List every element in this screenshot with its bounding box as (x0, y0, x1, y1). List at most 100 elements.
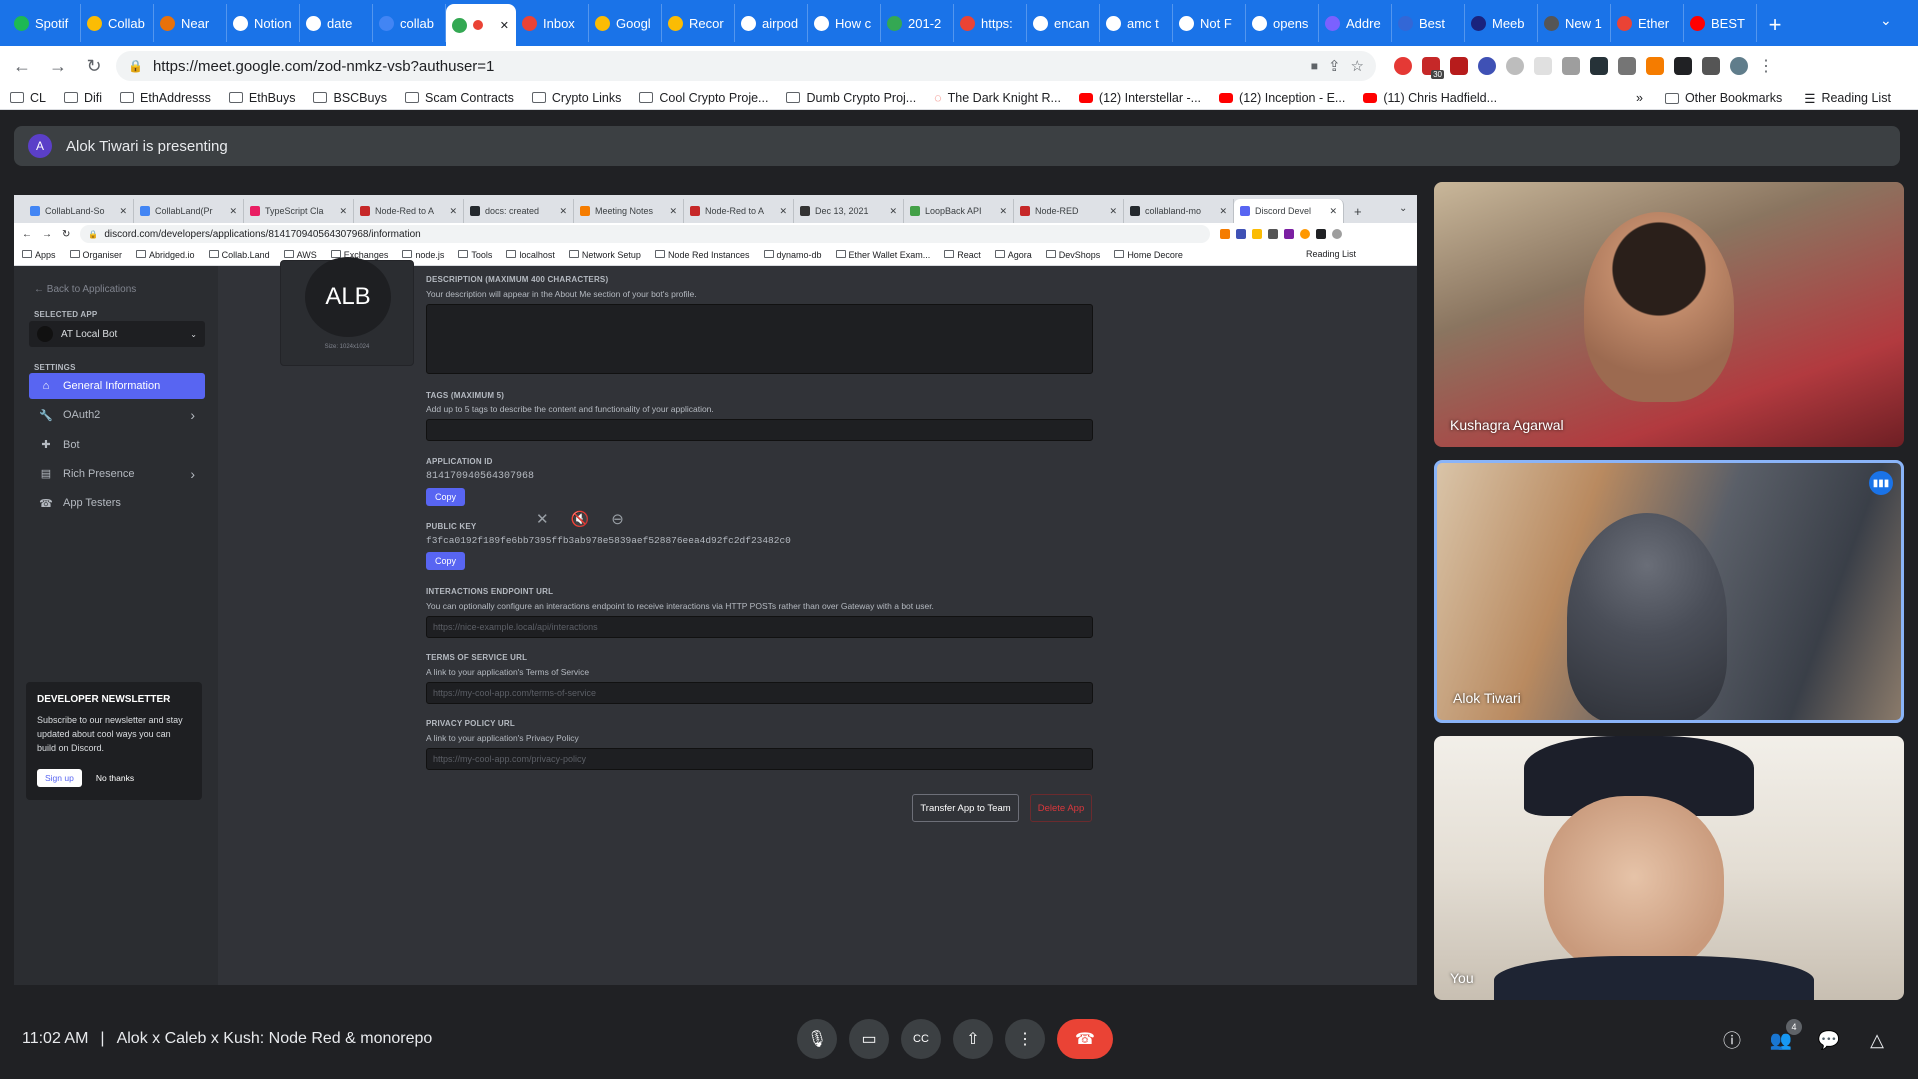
tab-search-chevron-icon[interactable]: ⌄ (1880, 12, 1892, 29)
captions-button[interactable]: CC (901, 1019, 941, 1059)
dark-extension-icon[interactable] (1590, 57, 1608, 75)
copy-pubkey-button[interactable]: Copy (426, 552, 465, 570)
nav-item[interactable]: 🔧 OAuth2 › (29, 402, 205, 428)
new-tab-plus-icon[interactable]: + (1757, 12, 1793, 38)
delete-app-button[interactable]: Delete App (1030, 794, 1092, 822)
bookmark-item[interactable]: (12) Inception - E... (1219, 91, 1345, 105)
nav-item[interactable]: ☎ App Testers (29, 490, 205, 516)
endpoint-input[interactable]: https://nice-example.local/api/interacti… (426, 616, 1093, 638)
browser-tab[interactable]: Ether (1611, 4, 1684, 42)
back-arrow-icon[interactable]: ← (8, 52, 36, 80)
browser-tab[interactable]: Notion (227, 4, 300, 42)
nav-item[interactable]: ⌂ General Information (29, 373, 205, 399)
privacy-input[interactable]: https://my-cool-app.com/privacy-policy (426, 748, 1093, 770)
tos-input[interactable]: https://my-cool-app.com/terms-of-service (426, 682, 1093, 704)
tab-favicon-icon (87, 15, 102, 31)
newsletter-signup-button[interactable]: Sign up (37, 769, 82, 787)
bookmark-item[interactable]: (11) Chris Hadfield... (1363, 91, 1497, 105)
reload-icon[interactable]: ↻ (80, 52, 108, 80)
leave-call-button[interactable]: ☎ (1057, 1019, 1113, 1059)
bookmark-item[interactable]: Crypto Links (531, 91, 621, 105)
bookmark-item[interactable]: Dumb Crypto Proj... (786, 91, 916, 105)
star-icon[interactable]: ☆ (1351, 57, 1364, 75)
chat-button[interactable]: 💬 (1814, 1025, 1844, 1055)
queue-extension-icon[interactable] (1702, 57, 1720, 75)
share-icon[interactable]: ⇪ (1328, 57, 1341, 75)
bookmark-item[interactable]: Scam Contracts (404, 91, 514, 105)
browser-tab[interactable]: Googl (589, 4, 662, 42)
pin-off-icon[interactable]: ✕ (536, 510, 549, 528)
bookmark-item[interactable]: (12) Interstellar -... (1078, 91, 1201, 105)
clipboard-extension-icon[interactable] (1562, 57, 1580, 75)
transfer-app-button[interactable]: Transfer App to Team (912, 794, 1019, 822)
browser-tab[interactable]: Not F (1173, 4, 1246, 42)
browser-tab[interactable]: airpod (735, 4, 808, 42)
address-bar[interactable]: 🔒 https://meet.google.com/zod-nmkz-vsb?a… (116, 51, 1376, 81)
browser-tab[interactable]: Near (154, 4, 227, 42)
calendar-extension-icon[interactable]: 30 (1422, 57, 1444, 79)
mic-button[interactable]: 🎙 (797, 1019, 837, 1059)
browser-tab[interactable]: Recor (662, 4, 735, 42)
browser-tab[interactable]: How c (808, 4, 881, 42)
browser-tab[interactable]: encan (1027, 4, 1100, 42)
browser-tab[interactable]: https: (954, 4, 1027, 42)
copy-appid-button[interactable]: Copy (426, 488, 465, 506)
bookmark-item[interactable]: EthBuys (228, 91, 295, 105)
tab-close-icon[interactable]: ✕ (500, 19, 509, 32)
browser-tab[interactable]: New 1 (1538, 4, 1611, 42)
app-icon-text[interactable]: ALB (305, 257, 391, 337)
bookmark-item[interactable]: EthAddresss (120, 91, 211, 105)
more-options-button[interactable]: ⋮ (1005, 1019, 1045, 1059)
browser-tab[interactable]: Addre (1319, 4, 1392, 42)
bookmark-item[interactable]: Cool Crypto Proje... (639, 91, 768, 105)
spinner-extension-icon[interactable] (1506, 57, 1524, 75)
browser-tab[interactable]: Best (1392, 4, 1465, 42)
menu-dots-icon[interactable]: ⋮ (1758, 56, 1774, 76)
browser-tab[interactable]: opens (1246, 4, 1319, 42)
camera-icon[interactable]: ■ (1311, 59, 1318, 73)
nav-item[interactable]: ✚ Bot (29, 432, 205, 458)
newsletter-no-thanks-button[interactable]: No thanks (96, 773, 134, 783)
puzzle-extensions-icon[interactable] (1674, 57, 1692, 75)
adblock-extension-icon[interactable] (1394, 57, 1412, 75)
list-extension-icon[interactable] (1618, 57, 1636, 75)
participant-tile-3[interactable]: You (1434, 736, 1904, 1000)
participant-tile-2[interactable]: ▮▮▮ Alok Tiwari (1434, 460, 1904, 723)
shield-extension-icon[interactable] (1450, 57, 1468, 75)
meeting-info-button[interactable]: ⓘ (1717, 1025, 1747, 1055)
app-selector[interactable]: AT Local Bot ⌄ (29, 321, 205, 347)
present-button[interactable]: ⇧ (953, 1019, 993, 1059)
bookmark-item[interactable]: CL (10, 91, 46, 105)
browser-tab[interactable]: Inbox (516, 4, 589, 42)
reading-list[interactable]: ☰ Reading List (1804, 91, 1891, 106)
browser-tab[interactable]: Meeb (1465, 4, 1538, 42)
people-button[interactable]: 👥 4 (1766, 1019, 1802, 1055)
metamask-extension-icon[interactable] (1646, 57, 1664, 75)
box-extension-icon[interactable] (1534, 57, 1552, 75)
browser-tab[interactable]: Collab (81, 4, 154, 42)
participant-tile-1[interactable]: Kushagra Agarwal (1434, 182, 1904, 447)
bookmark-item[interactable]: ◌ The Dark Knight R... (934, 91, 1061, 105)
profile-avatar-icon[interactable] (1730, 57, 1748, 75)
tags-input[interactable] (426, 419, 1093, 441)
bookmark-item[interactable]: Difi (63, 91, 102, 105)
camera-button[interactable]: ▭ (849, 1019, 889, 1059)
description-textarea[interactable] (426, 304, 1093, 374)
bookmark-item[interactable]: BSCBuys (313, 91, 387, 105)
other-bookmarks[interactable]: Other Bookmarks (1664, 91, 1782, 105)
browser-tab[interactable]: date (300, 4, 373, 42)
forward-arrow-icon[interactable]: → (44, 52, 72, 80)
activities-button[interactable]: △ (1862, 1025, 1892, 1055)
browser-tab[interactable]: 201-2 (881, 4, 954, 42)
mute-icon[interactable]: 🔇 (571, 510, 590, 528)
nav-item[interactable]: ▤ Rich Presence › (29, 461, 205, 487)
browser-tab[interactable]: BEST (1684, 4, 1757, 42)
gear-extension-icon[interactable] (1478, 57, 1496, 75)
bookmarks-overflow[interactable]: » (1636, 91, 1643, 105)
browser-tab[interactable]: collab (373, 4, 446, 42)
browser-tab[interactable]: ✕ (446, 4, 516, 46)
browser-tab[interactable]: amc t (1100, 4, 1173, 42)
remove-icon[interactable]: ⊖ (611, 510, 624, 528)
back-to-applications[interactable]: ← Back to Applications (34, 284, 136, 295)
browser-tab[interactable]: Spotif (8, 4, 81, 42)
